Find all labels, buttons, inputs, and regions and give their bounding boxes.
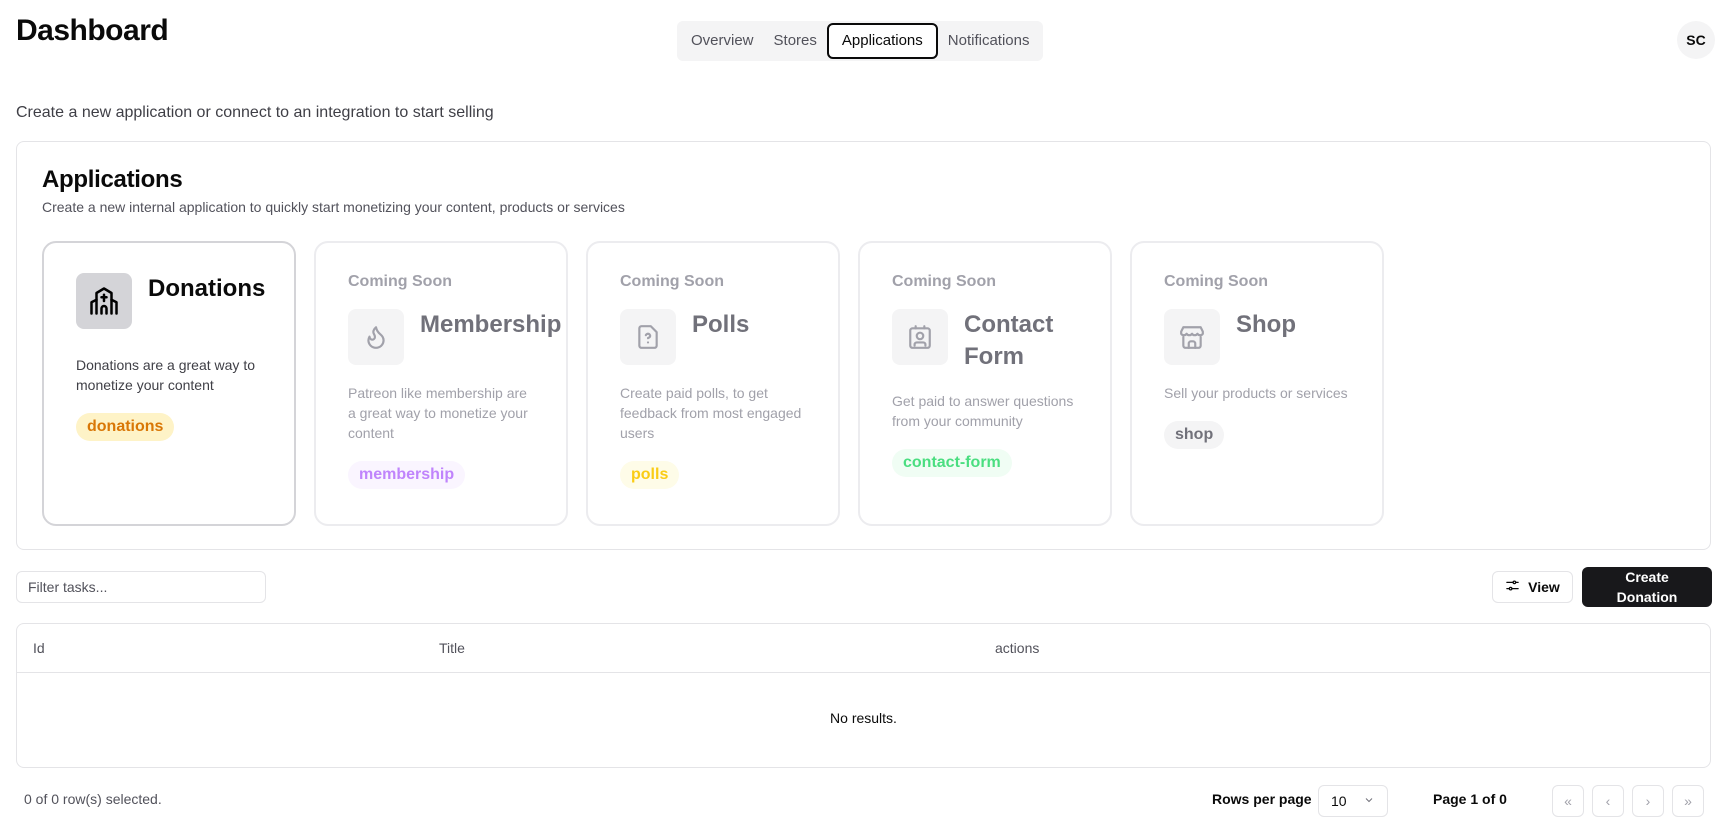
coming-soon-label: Coming Soon [348, 273, 452, 290]
file-question-icon [620, 309, 676, 365]
tab-list: Overview Stores Applications Notificatio… [677, 21, 1044, 61]
chevron-left-icon: ‹ [1605, 793, 1611, 809]
card-badge: contact-form [892, 449, 1012, 477]
page-subtitle: Create a new application or connect to a… [16, 104, 494, 121]
chevron-right-icon: › [1645, 793, 1651, 809]
applications-description: Create a new internal application to qui… [42, 199, 625, 215]
view-button[interactable]: View [1492, 571, 1573, 603]
first-page-button[interactable]: « [1552, 785, 1584, 817]
coming-soon-label: Coming Soon [892, 273, 996, 290]
applications-title: Applications [42, 166, 183, 193]
church-icon [76, 273, 132, 329]
card-title: Polls [692, 311, 750, 338]
rows-per-page-label: Rows per page [1212, 791, 1312, 807]
selection-count: 0 of 0 row(s) selected. [24, 791, 162, 807]
column-header-title[interactable]: Title [439, 624, 465, 672]
next-page-button[interactable]: › [1632, 785, 1664, 817]
filter-input[interactable] [16, 571, 266, 603]
column-header-actions: actions [995, 640, 1040, 656]
contact-icon [892, 309, 948, 365]
create-donation-label: Create Donation [1616, 569, 1678, 605]
page-indicator: Page 1 of 0 [1433, 791, 1507, 807]
card-title: Membership [420, 311, 562, 338]
avatar[interactable]: SC [1677, 21, 1715, 59]
rows-per-page-value: 10 [1331, 793, 1347, 809]
app-card-shop[interactable]: Coming Soon Shop Sell your products or s… [1130, 241, 1384, 526]
app-card-donations[interactable]: Donations Donations are a great way to m… [42, 241, 296, 526]
tab-overview[interactable]: Overview [681, 23, 764, 59]
card-title: Contact Form [964, 311, 1054, 370]
card-badge: donations [76, 413, 175, 441]
chevron-down-icon [1363, 793, 1375, 809]
tab-notifications[interactable]: Notifications [938, 23, 1040, 59]
data-table: Id Title actions No results. [16, 623, 1711, 768]
app-card-membership[interactable]: Coming Soon Membership Patreon like memb… [314, 241, 568, 526]
chevrons-left-icon: « [1564, 793, 1572, 809]
header-divider [17, 672, 1710, 673]
card-description: Create paid polls, to get feedback from … [620, 385, 802, 441]
column-header-id[interactable]: Id [33, 624, 45, 672]
card-badge: membership [348, 461, 466, 489]
tab-stores[interactable]: Stores [764, 23, 827, 59]
card-description: Donations are a great way to monetize yo… [76, 357, 255, 393]
coming-soon-label: Coming Soon [620, 273, 724, 290]
empty-state: No results. [830, 710, 897, 726]
card-title: Shop [1236, 311, 1296, 338]
coming-soon-label: Coming Soon [1164, 273, 1268, 290]
chevrons-right-icon: » [1684, 793, 1692, 809]
view-label: View [1528, 579, 1560, 595]
app-card-polls[interactable]: Coming Soon Polls Create paid polls, to … [586, 241, 840, 526]
card-description: Patreon like membership are a great way … [348, 385, 528, 441]
card-description: Sell your products or services [1164, 385, 1348, 401]
create-donation-button[interactable]: Create Donation [1582, 567, 1712, 607]
store-icon [1164, 309, 1220, 365]
rows-per-page-select[interactable]: 10 [1318, 785, 1388, 817]
card-title: Donations [148, 275, 266, 302]
previous-page-button[interactable]: ‹ [1592, 785, 1624, 817]
tab-applications[interactable]: Applications [826, 23, 938, 59]
last-page-button[interactable]: » [1672, 785, 1704, 817]
sliders-icon [1505, 578, 1520, 596]
card-badge: shop [1164, 421, 1225, 449]
card-badge: polls [620, 461, 680, 489]
app-card-contact-form[interactable]: Coming Soon Contact Form Get paid to ans… [858, 241, 1112, 526]
applications-panel: Applications Create a new internal appli… [16, 141, 1711, 550]
card-description: Get paid to answer questions from your c… [892, 393, 1074, 429]
page-title: Dashboard [16, 14, 169, 47]
flame-icon [348, 309, 404, 365]
